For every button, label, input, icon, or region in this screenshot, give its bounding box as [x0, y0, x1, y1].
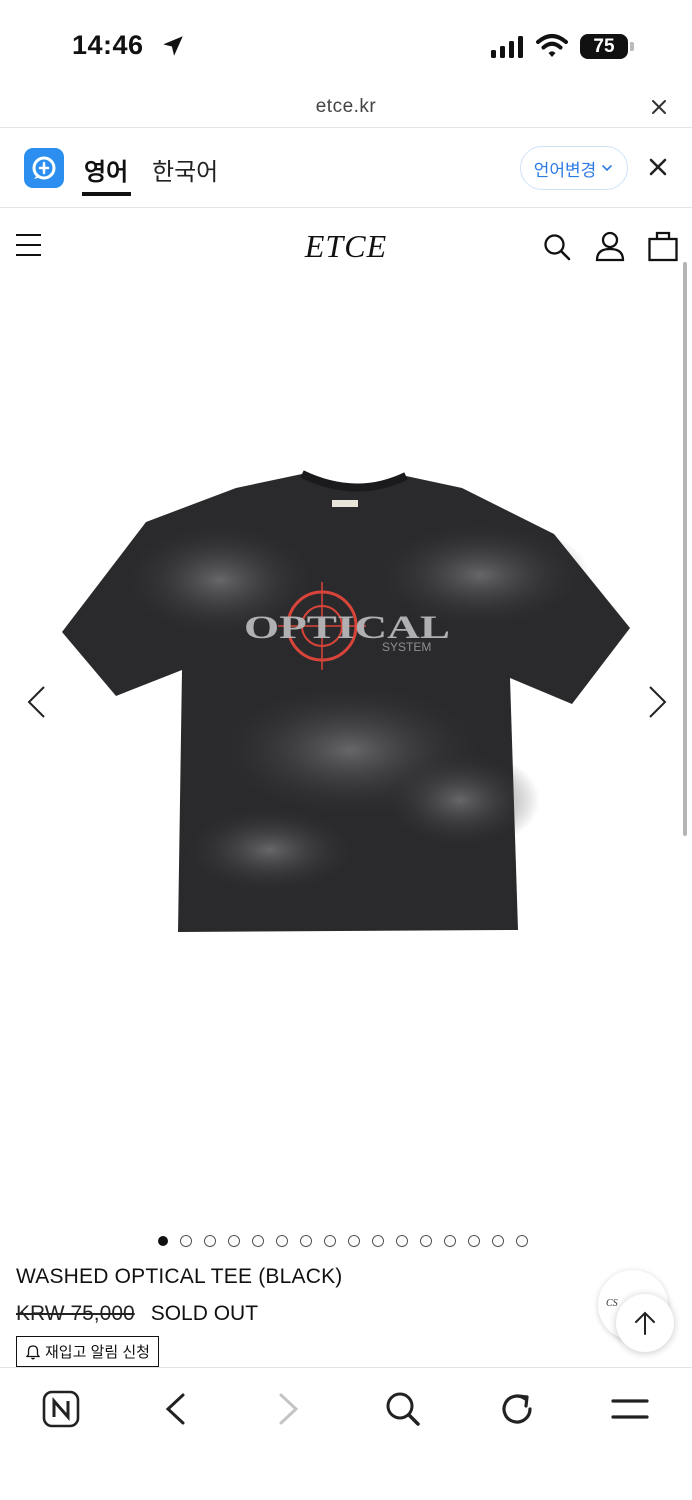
shopping-bag-icon[interactable]	[647, 230, 679, 262]
pagination-dot[interactable]	[204, 1235, 216, 1247]
pagination-dot[interactable]	[180, 1235, 192, 1247]
restock-label: 재입고 알림 신청	[45, 1344, 150, 1361]
pagination-dot[interactable]	[276, 1235, 288, 1247]
cs-label: CS	[606, 1298, 618, 1309]
back-arrow-icon[interactable]	[162, 1390, 188, 1428]
chevron-down-icon	[602, 165, 613, 172]
bell-icon	[25, 1344, 41, 1359]
url-domain[interactable]: etce.kr	[0, 96, 692, 118]
pagination-dot[interactable]	[492, 1235, 504, 1247]
search-icon[interactable]	[542, 232, 572, 262]
pagination-dot[interactable]	[324, 1235, 336, 1247]
wifi-icon	[536, 34, 568, 57]
page-scrollbar[interactable]	[683, 262, 687, 836]
scroll-to-top-button[interactable]	[616, 1294, 674, 1352]
status-bar: 14:46 75	[0, 0, 692, 90]
pagination-dot[interactable]	[252, 1235, 264, 1247]
neck-label	[332, 500, 358, 507]
print-sub-text: SYSTEM	[382, 640, 431, 654]
price-row: KRW 75,000 SOLD OUT	[16, 1302, 258, 1326]
url-bar[interactable]: etce.kr	[0, 90, 692, 128]
gallery-pagination	[158, 1235, 528, 1247]
product-price: KRW 75,000	[16, 1302, 135, 1325]
product-name: WASHED OPTICAL TEE (BLACK)	[16, 1265, 343, 1288]
menu-icon[interactable]	[610, 1390, 650, 1428]
chevron-left-icon[interactable]	[24, 684, 50, 720]
browser-toolbar	[0, 1367, 692, 1500]
search-icon[interactable]	[384, 1390, 422, 1428]
battery-nub	[630, 42, 634, 51]
location-arrow-icon	[163, 36, 183, 56]
product-image-tshirt[interactable]: OPTICAL SYSTEM	[60, 470, 632, 940]
user-icon[interactable]	[594, 230, 626, 262]
arrow-up-icon	[635, 1311, 655, 1335]
pagination-dot[interactable]	[300, 1235, 312, 1247]
battery-level: 75	[593, 35, 615, 57]
pagination-dot[interactable]	[444, 1235, 456, 1247]
battery-indicator: 75	[580, 34, 628, 59]
pagination-dot-active[interactable]	[158, 1236, 168, 1246]
restock-alert-button[interactable]: 재입고 알림 신청	[16, 1336, 159, 1367]
change-language-button[interactable]: 언어변경	[520, 146, 628, 190]
change-language-label: 언어변경	[533, 160, 597, 180]
pagination-dot[interactable]	[420, 1235, 432, 1247]
active-tab-underline	[82, 192, 131, 196]
close-translate-icon[interactable]	[647, 156, 669, 178]
pagination-dot[interactable]	[396, 1235, 408, 1247]
translate-bar: 영어 한국어 언어변경	[0, 128, 692, 208]
refresh-icon[interactable]	[498, 1390, 536, 1428]
status-time: 14:46	[72, 30, 144, 60]
cellular-signal-icon	[491, 36, 523, 58]
brand-logo[interactable]: ETCE	[0, 228, 692, 265]
pagination-dot[interactable]	[516, 1235, 528, 1247]
pagination-dot[interactable]	[372, 1235, 384, 1247]
close-icon[interactable]	[649, 97, 669, 117]
naver-home-icon[interactable]	[42, 1390, 80, 1428]
chevron-right-icon[interactable]	[644, 684, 670, 720]
forward-arrow-icon[interactable]	[276, 1390, 302, 1428]
pagination-dot[interactable]	[468, 1235, 480, 1247]
tab-korean[interactable]: 한국어	[152, 152, 218, 187]
translate-logo-glyph	[32, 156, 56, 180]
papago-logo-icon	[24, 148, 64, 188]
site-header: ETCE	[0, 208, 692, 280]
pagination-dot[interactable]	[348, 1235, 360, 1247]
tab-english[interactable]: 영어	[84, 152, 128, 187]
pagination-dot[interactable]	[228, 1235, 240, 1247]
sold-out-label: SOLD OUT	[150, 1302, 259, 1325]
